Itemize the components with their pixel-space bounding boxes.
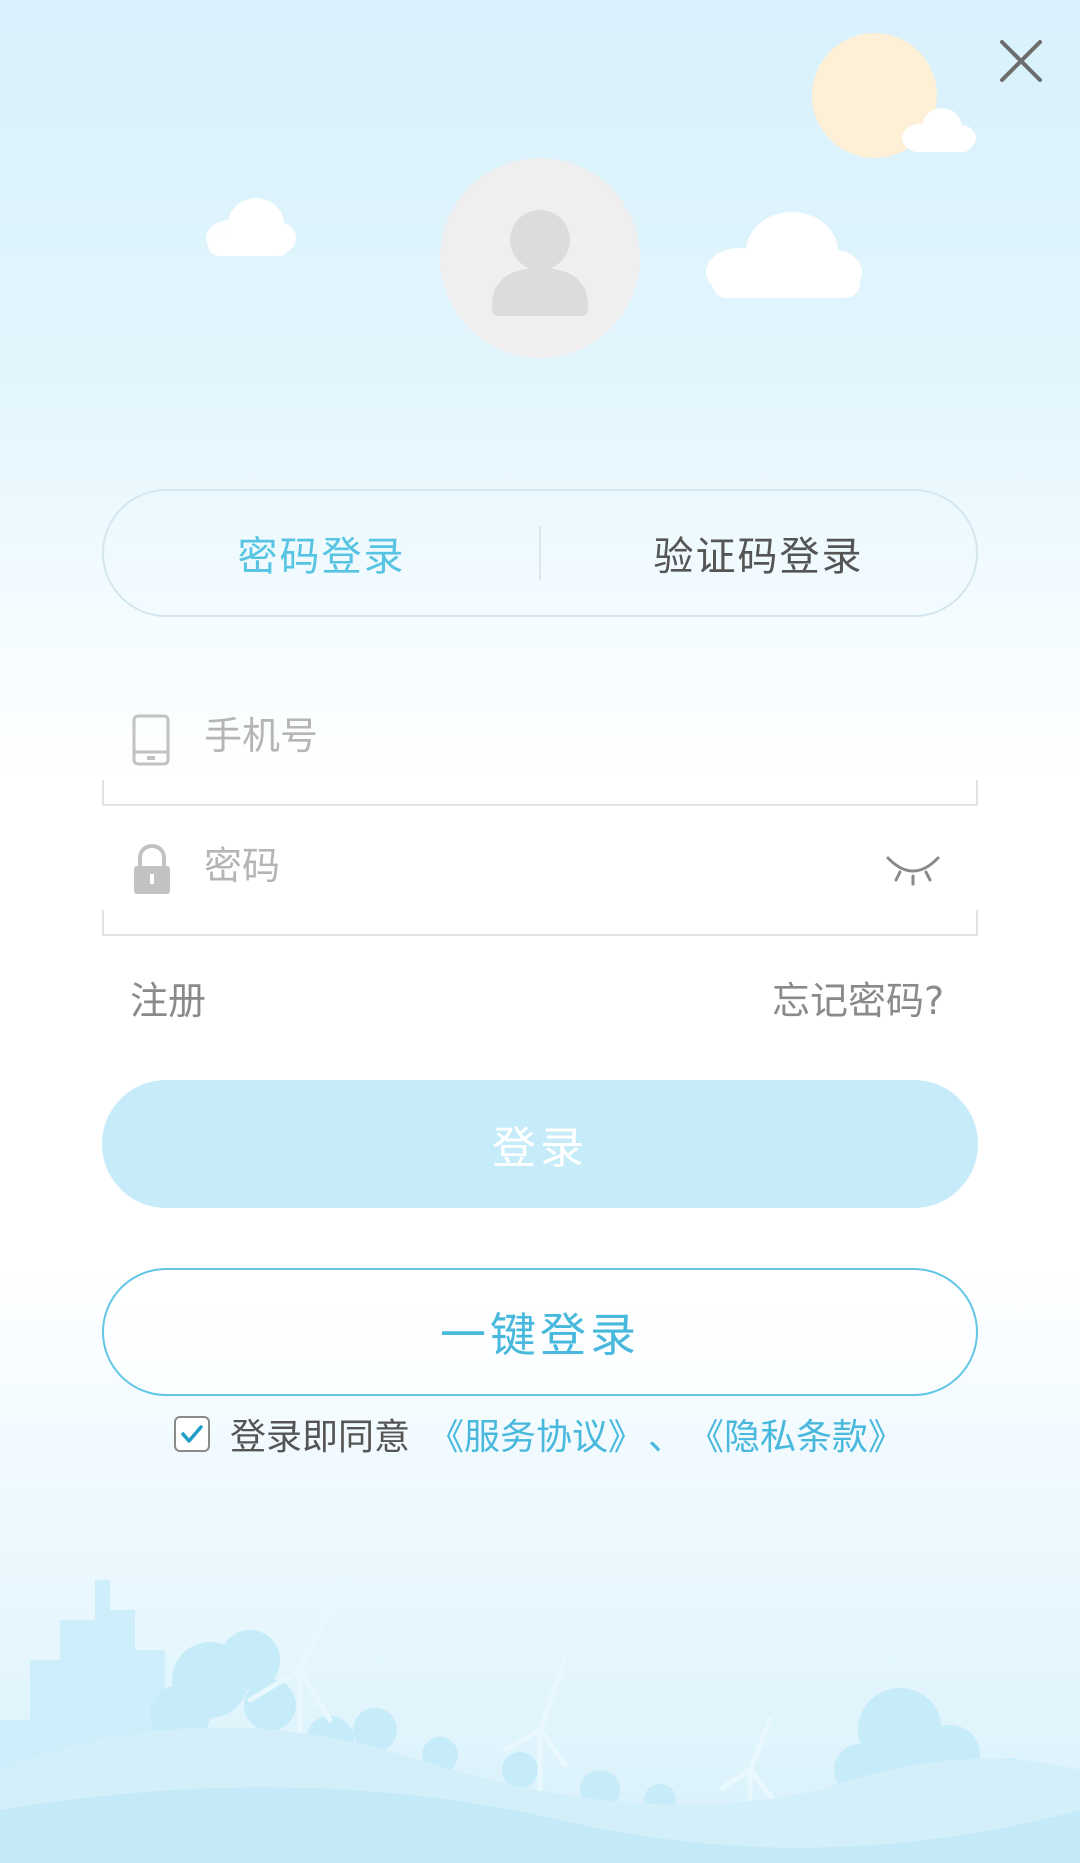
login-button[interactable]: 登录 xyxy=(102,1080,978,1208)
service-terms-link[interactable]: 《服务协议》 xyxy=(428,1408,644,1460)
register-link[interactable]: 注册 xyxy=(130,970,206,1025)
lock-icon xyxy=(134,844,170,894)
cloud-decoration-left xyxy=(206,198,296,256)
tab-password-login[interactable]: 密码登录 xyxy=(104,491,539,615)
tab-code-login[interactable]: 验证码登录 xyxy=(541,491,976,615)
agreement-prefix: 登录即同意 xyxy=(230,1417,411,1458)
phone-field-row xyxy=(102,676,978,806)
forgot-password-link[interactable]: 忘记密码? xyxy=(772,970,944,1025)
password-field-underline xyxy=(102,934,978,936)
agreement-separator: 、 xyxy=(648,1417,685,1458)
one-key-login-button[interactable]: 一键登录 xyxy=(102,1268,978,1396)
close-button[interactable] xyxy=(988,28,1054,94)
city-landscape-illustration xyxy=(0,1577,1080,1863)
check-icon xyxy=(181,1425,203,1443)
user-avatar-icon xyxy=(492,210,588,316)
agreement-checkbox[interactable] xyxy=(174,1416,210,1452)
password-input[interactable] xyxy=(202,830,826,902)
close-icon xyxy=(1000,40,1042,82)
phone-input[interactable] xyxy=(202,700,826,772)
login-method-tabs: 密码登录 验证码登录 xyxy=(102,489,978,617)
avatar[interactable] xyxy=(440,158,640,358)
privacy-terms-link[interactable]: 《隐私条款》 xyxy=(688,1408,904,1460)
password-field-row xyxy=(102,806,978,936)
cloud-decoration-right xyxy=(706,212,862,298)
agreement-row: 登录即同意 《服务协议》 、 《隐私条款》 xyxy=(174,1404,904,1464)
phone-icon xyxy=(132,714,170,766)
cloud-decoration-small-right xyxy=(902,108,976,152)
eye-closed-icon[interactable] xyxy=(886,850,940,886)
